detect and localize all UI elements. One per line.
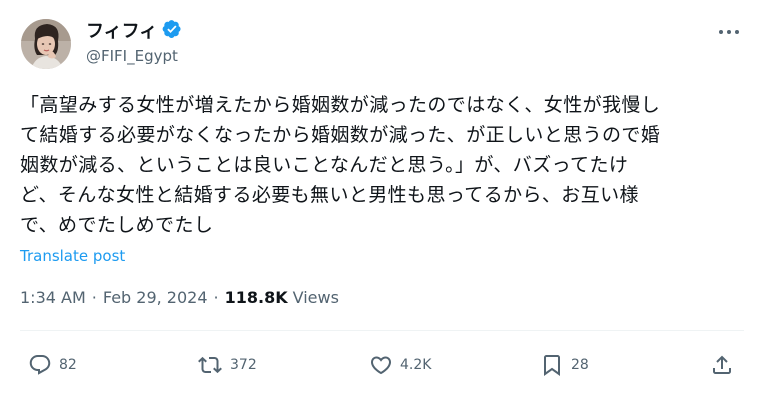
reply-count: 82 [59,357,77,373]
repost-icon [198,356,222,374]
reply-icon [29,355,51,375]
reply-button[interactable]: 82 [28,353,77,377]
avatar[interactable] [21,19,71,69]
repost-count: 372 [230,357,257,373]
share-button[interactable] [710,353,734,377]
divider [20,330,744,331]
meta-separator: · [91,288,97,307]
translate-post-link[interactable]: Translate post [20,247,125,265]
like-button[interactable]: 4.2K [369,353,431,377]
verified-badge-icon [162,19,182,45]
share-icon [713,355,731,374]
tweet-time[interactable]: 1:34 AM [20,288,86,307]
author-display-name[interactable]: フィフィ [86,21,157,43]
more-horizontal-icon [719,30,739,34]
more-button[interactable] [716,22,742,42]
tweet-text: 「高望みする女性が増えたから婚姻数が減ったのではなく、女性が我慢し て結婚する必… [20,94,661,236]
bookmark-count: 28 [571,357,589,373]
author-name-row[interactable]: フィフィ [86,19,182,45]
views-label: Views [292,288,339,307]
like-count: 4.2K [400,357,432,373]
tweet-date[interactable]: Feb 29, 2024 [103,288,208,307]
author-handle[interactable]: @FIFI_Egypt [86,47,178,65]
bookmark-icon [544,355,560,376]
repost-button[interactable]: 372 [197,353,257,377]
tweet-meta: 1:34 AM · Feb 29, 2024 · 118.8K Views [20,288,339,307]
views-count: 118.8K [224,288,288,307]
meta-separator: · [213,288,219,307]
bookmark-button[interactable]: 28 [540,353,589,377]
heart-icon [370,356,392,375]
avatar-image [21,19,71,69]
